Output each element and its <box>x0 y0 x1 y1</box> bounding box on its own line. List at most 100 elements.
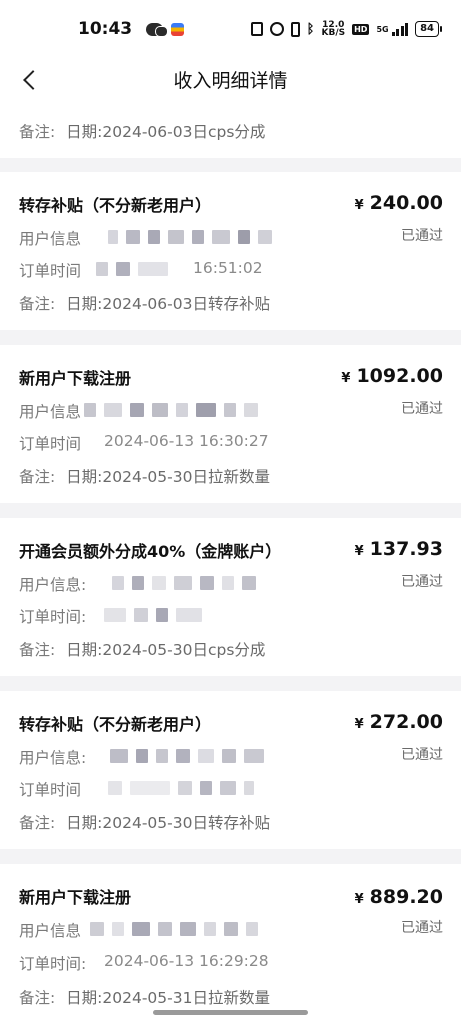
record-amount: ¥137.93 <box>355 538 443 560</box>
order-time-value: 2024-06-13 16:29:28 <box>104 952 269 970</box>
user-info-row: 用户信息: <box>19 749 87 767</box>
remark-row: 备注: 日期:2024-06-03日转存补贴 <box>19 292 270 314</box>
user-info-label: 用户信息 <box>19 922 82 940</box>
redacted-order-time <box>96 261 168 277</box>
record-title: 新用户下载注册 <box>19 369 132 388</box>
status-time: 10:43 <box>78 19 133 39</box>
user-info-label: 用户信息 <box>19 749 82 767</box>
order-time-row: 订单时间: <box>19 608 87 626</box>
user-info-label: 用户信息 <box>19 576 82 594</box>
amount-value: 272.00 <box>369 711 443 733</box>
record-amount: ¥889.20 <box>355 886 443 908</box>
status-indicators: ᛒ 12.0 KB/S HD 5G 84 <box>250 21 442 38</box>
order-time-label: 订单时间 <box>19 262 82 280</box>
app-root: 10:43 ᛒ 12.0 KB/S HD 5G 84 收入明细详情 备注: 日期… <box>0 0 461 1024</box>
record-title: 新用户下载注册 <box>19 888 132 907</box>
remark-label: 备注: <box>19 295 56 313</box>
status-badge: 已通过 <box>401 747 443 763</box>
network-type: 5G <box>376 24 389 34</box>
remark-row: 备注: 日期:2024-05-30日转存补贴 <box>19 811 270 833</box>
order-time-row: 订单时间: <box>19 955 87 973</box>
currency-symbol: ¥ <box>354 717 364 732</box>
record-title: 开通会员额外分成40%（金牌账户） <box>19 542 282 561</box>
remark-label: 备注: <box>19 814 56 832</box>
user-info-row: 用户信息 <box>19 400 81 422</box>
record-card-partial: 备注: 日期:2024-06-03日cps分成 <box>0 104 461 158</box>
user-info-row: 用户信息 <box>19 227 81 249</box>
order-time-label: 订单时间 <box>19 608 82 626</box>
currency-symbol: ¥ <box>341 371 351 386</box>
amount-value: 889.20 <box>369 886 443 908</box>
currency-symbol: ¥ <box>354 198 364 213</box>
user-info-row: 用户信息 <box>19 919 81 941</box>
remark-value: 日期:2024-06-03日cps分成 <box>66 123 266 141</box>
nav-bar: 收入明细详情 <box>0 58 461 104</box>
home-indicator[interactable] <box>153 1010 308 1015</box>
currency-symbol: ¥ <box>354 892 364 907</box>
record-title: 转存补贴（不分新老用户） <box>19 196 212 215</box>
record-amount: ¥240.00 <box>355 192 443 214</box>
remark-value: 日期:2024-05-31日拉新数量 <box>66 989 270 1007</box>
redacted-user-info <box>108 229 272 245</box>
order-time-row: 订单时间 <box>19 432 81 454</box>
status-badge: 已通过 <box>401 228 443 244</box>
order-time-value: 16:51:02 <box>193 259 263 277</box>
remark-value: 日期:2024-05-30日cps分成 <box>66 641 266 659</box>
record-card[interactable]: 新用户下载注册 ¥889.20 已通过 用户信息 订单时间: 2024-06-1… <box>0 864 461 1024</box>
alarm-icon <box>269 22 284 36</box>
notification-icons <box>146 22 185 37</box>
remark-row: 备注: 日期:2024-06-03日cps分成 <box>19 120 265 142</box>
redacted-user-info <box>110 748 264 764</box>
status-badge: 已通过 <box>401 574 443 590</box>
amount-value: 1092.00 <box>356 365 443 387</box>
status-badge: 已通过 <box>401 401 443 417</box>
page-title: 收入明细详情 <box>173 70 288 92</box>
remark-label: 备注: <box>19 641 56 659</box>
order-time-label: 订单时间 <box>19 435 82 453</box>
app-notification-icon <box>171 22 185 36</box>
status-badge: 已通过 <box>401 920 443 936</box>
amount-value: 137.93 <box>369 538 443 560</box>
redacted-user-info <box>90 921 258 937</box>
signal-icon <box>391 22 409 36</box>
battery-icon: 84 <box>415 21 442 37</box>
user-info-label: 用户信息 <box>19 230 82 248</box>
record-title: 转存补贴（不分新老用户） <box>19 715 212 734</box>
remark-value: 日期:2024-05-30日转存补贴 <box>66 814 270 832</box>
order-time-value: 2024-06-13 16:30:27 <box>104 432 269 450</box>
record-amount: ¥272.00 <box>355 711 443 733</box>
hd-icon: HD <box>352 23 370 35</box>
vibrate-icon <box>290 21 300 37</box>
status-bar: 10:43 ᛒ 12.0 KB/S HD 5G 84 <box>0 0 461 58</box>
nfc-icon <box>250 22 263 36</box>
order-time-row: 订单时间 <box>19 259 81 281</box>
order-time-row: 订单时间 <box>19 778 81 800</box>
redacted-order-time <box>104 607 202 623</box>
redacted-user-info <box>84 402 258 418</box>
remark-label: 备注: <box>19 468 56 486</box>
network-speed-unit: KB/S <box>321 28 346 38</box>
network-speed: 12.0 KB/S <box>321 21 346 38</box>
amount-value: 240.00 <box>369 192 443 214</box>
wechat-icon <box>146 22 169 37</box>
remark-row: 备注: 日期:2024-05-30日cps分成 <box>19 638 265 660</box>
remark-label: 备注: <box>19 989 56 1007</box>
remark-value: 日期:2024-06-03日转存补贴 <box>66 295 270 313</box>
record-card[interactable]: 新用户下载注册 ¥1092.00 已通过 用户信息 订单时间 2024-06-1… <box>0 345 461 503</box>
record-amount: ¥1092.00 <box>341 365 443 387</box>
redacted-order-time <box>108 780 254 796</box>
remark-row: 备注: 日期:2024-05-31日拉新数量 <box>19 986 270 1008</box>
record-card[interactable]: 转存补贴（不分新老用户） ¥272.00 已通过 用户信息: 订单时间 备注: … <box>0 691 461 849</box>
bluetooth-icon: ᛒ <box>306 21 315 37</box>
user-info-label: 用户信息 <box>19 403 82 421</box>
order-time-label: 订单时间 <box>19 781 82 799</box>
remark-value: 日期:2024-05-30日拉新数量 <box>66 468 270 486</box>
remark-row: 备注: 日期:2024-05-30日拉新数量 <box>19 465 270 487</box>
order-time-label: 订单时间 <box>19 955 82 973</box>
currency-symbol: ¥ <box>354 544 364 559</box>
redacted-user-info <box>112 575 256 591</box>
record-card[interactable]: 开通会员额外分成40%（金牌账户） ¥137.93 已通过 用户信息: 订单时间… <box>0 518 461 676</box>
user-info-row: 用户信息: <box>19 576 87 594</box>
remark-label: 备注: <box>19 123 56 141</box>
record-card[interactable]: 转存补贴（不分新老用户） ¥240.00 已通过 用户信息 订单时间 16:51… <box>0 172 461 330</box>
